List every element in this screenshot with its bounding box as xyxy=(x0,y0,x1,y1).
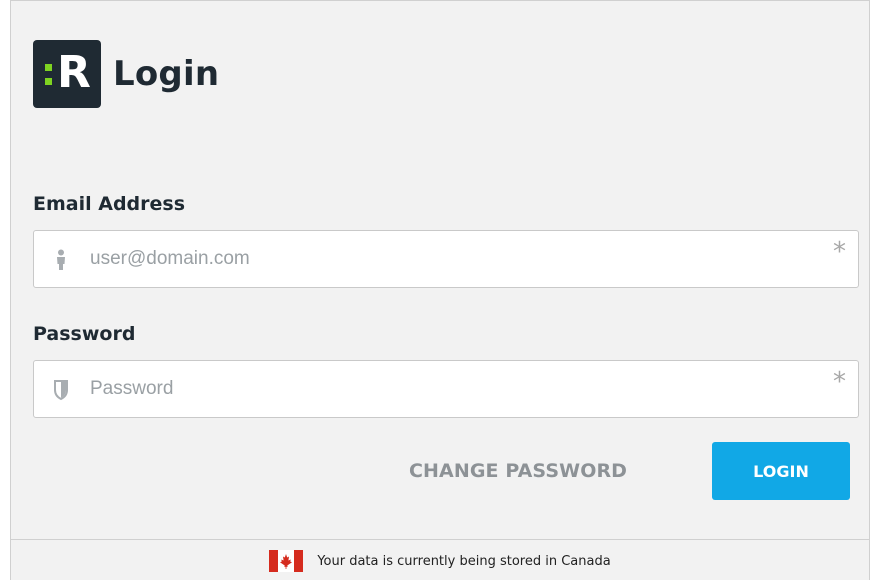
logo-dot xyxy=(45,78,52,85)
canada-flag-icon xyxy=(269,550,304,572)
password-field-wrapper: * xyxy=(33,360,859,418)
required-asterisk: * xyxy=(833,367,846,397)
password-input[interactable] xyxy=(90,361,810,417)
data-residency-footer: Your data is currently being stored in C… xyxy=(11,539,869,582)
required-asterisk: * xyxy=(833,237,846,267)
email-input[interactable] xyxy=(90,231,810,287)
footer-text: Your data is currently being stored in C… xyxy=(317,553,611,569)
logo-dots xyxy=(45,64,53,90)
login-header: R Login xyxy=(33,40,219,108)
shield-icon xyxy=(52,379,70,401)
logo-dot xyxy=(45,64,52,71)
page-title: Login xyxy=(113,54,220,94)
login-button[interactable]: LOGIN xyxy=(712,442,850,500)
email-label: Email Address xyxy=(33,193,186,215)
logo-letter: R xyxy=(57,47,91,98)
password-label: Password xyxy=(33,323,136,345)
login-panel: R Login Email Address * Password * CHANG… xyxy=(10,0,870,580)
change-password-link[interactable]: CHANGE PASSWORD xyxy=(409,442,627,500)
resolver-logo: R xyxy=(33,40,101,108)
person-icon xyxy=(52,249,70,271)
email-field-wrapper: * xyxy=(33,230,859,288)
